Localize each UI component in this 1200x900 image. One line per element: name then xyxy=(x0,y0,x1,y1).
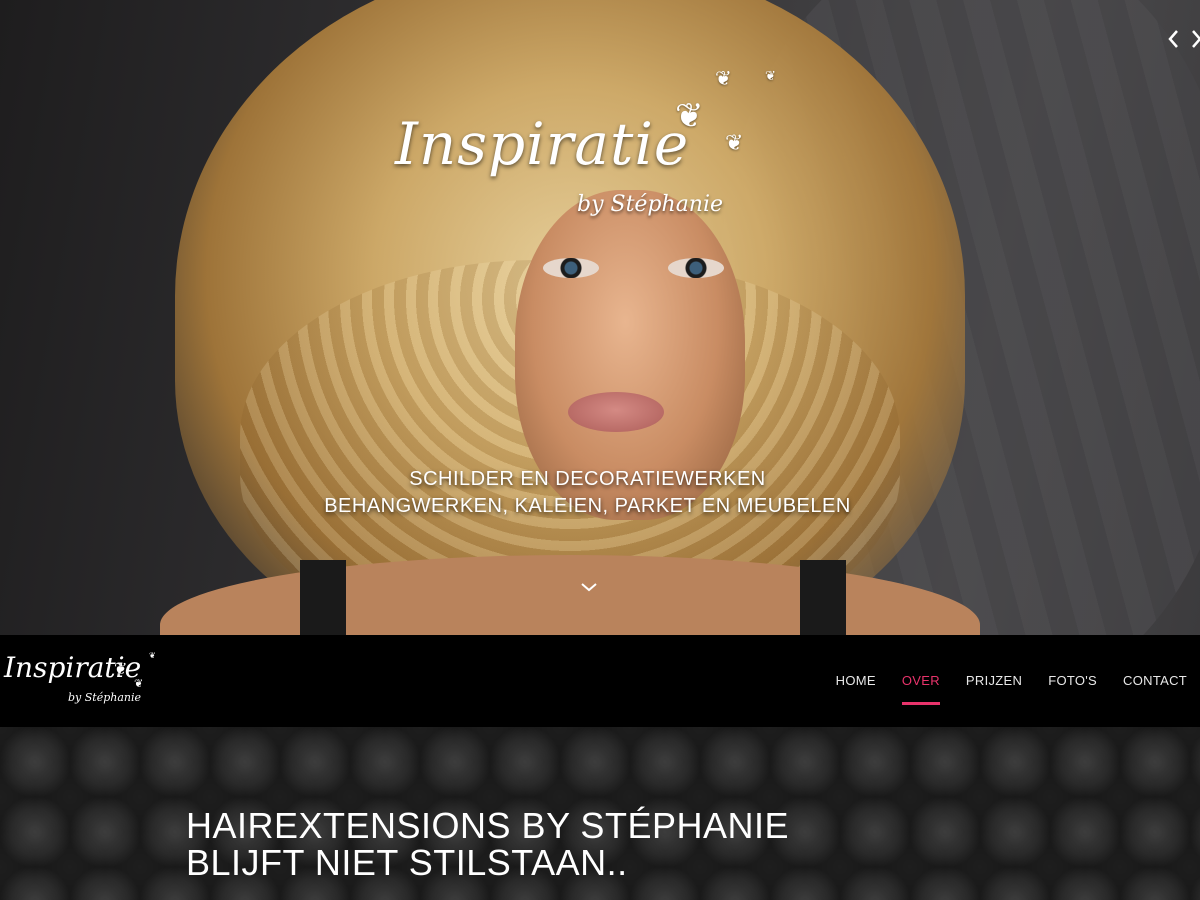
hero-section: Inspiratie by Stéphanie ❦ ❦ ❦ ❦ SCHILDER… xyxy=(0,0,1200,635)
hero-photo-strap xyxy=(300,560,346,635)
chevron-right-icon xyxy=(1192,30,1200,48)
butterfly-icon: ❦ xyxy=(675,97,704,135)
section-heading: HAIREXTENSIONS BY STÉPHANIE BLIJFT NIET … xyxy=(186,807,789,881)
content-section: HAIREXTENSIONS BY STÉPHANIE BLIJFT NIET … xyxy=(0,727,1200,900)
nav-item-over[interactable]: OVER xyxy=(889,635,953,727)
hero-tagline-line1: SCHILDER EN DECORATIEWERKEN xyxy=(409,468,766,490)
butterfly-icon: ❦ xyxy=(134,678,144,690)
nav-item-prijzen[interactable]: PRIJZEN xyxy=(953,635,1035,727)
nav-item-fotos[interactable]: FOTO'S xyxy=(1035,635,1110,727)
main-menu: HOME OVER PRIJZEN FOTO'S CONTACT xyxy=(823,635,1200,727)
slider-next-button[interactable] xyxy=(1190,28,1200,54)
section-heading-line2: BLIJFT NIET STILSTAAN.. xyxy=(186,842,628,883)
hero-photo-lips xyxy=(568,392,664,432)
navbar-logo[interactable]: Inspiratie by Stéphanie ❦ ❦ ❦ xyxy=(4,647,164,717)
butterfly-icon: ❦ xyxy=(765,68,776,83)
logo-byline: by Stéphanie xyxy=(68,691,142,704)
butterfly-icon: ❦ xyxy=(114,661,128,678)
hero-photo-eye xyxy=(543,258,599,278)
logo-script-text: Inspiratie xyxy=(395,110,690,178)
chevron-left-icon xyxy=(1168,30,1178,48)
butterfly-icon: ❦ xyxy=(149,651,156,660)
nav-item-home[interactable]: HOME xyxy=(823,635,889,727)
nav-item-contact[interactable]: CONTACT xyxy=(1110,635,1200,727)
chevron-down-icon[interactable] xyxy=(578,577,600,599)
slider-prev-button[interactable] xyxy=(1166,28,1180,54)
main-navbar: Inspiratie by Stéphanie ❦ ❦ ❦ HOME OVER … xyxy=(0,635,1200,727)
hero-photo-eye xyxy=(668,258,724,278)
section-heading-line1: HAIREXTENSIONS BY STÉPHANIE xyxy=(186,805,789,846)
butterfly-icon: ❦ xyxy=(725,130,744,155)
hero-photo-strap xyxy=(800,560,846,635)
butterfly-icon: ❦ xyxy=(715,68,732,90)
hero-logo: Inspiratie by Stéphanie ❦ ❦ ❦ ❦ xyxy=(395,68,776,240)
hero-tagline-line2: BEHANGWERKEN, KALEIEN, PARKET EN MEUBELE… xyxy=(324,495,851,517)
logo-byline: by Stéphanie xyxy=(577,192,724,217)
